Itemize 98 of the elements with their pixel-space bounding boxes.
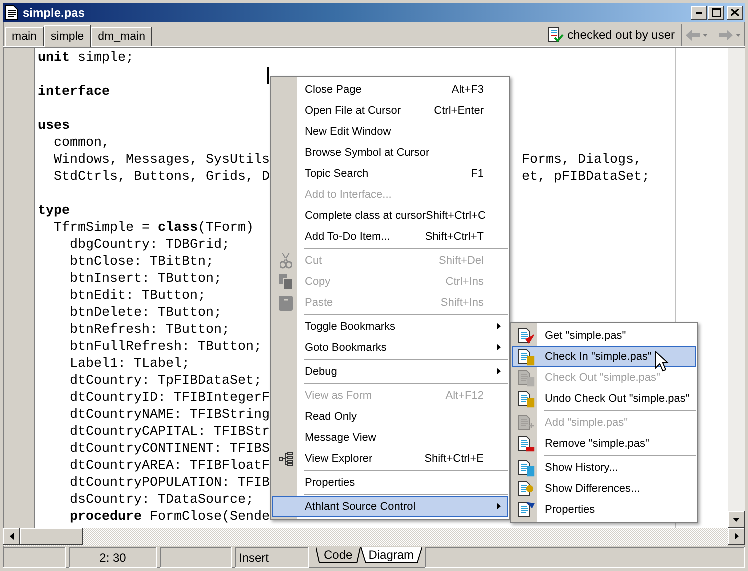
menu-item[interactable]: Close Page Alt+F3 — [272, 79, 508, 100]
vertical-scrollbar[interactable] — [728, 47, 745, 528]
menu-item[interactable]: Show History... — [512, 457, 696, 478]
code-line: type — [38, 203, 70, 220]
code-line: interface — [38, 84, 110, 101]
caret-icon[interactable] — [703, 34, 708, 36]
close-icon — [731, 9, 739, 16]
code-line: dtCountryPOPULATION: TFIB — [68, 475, 270, 492]
menu-item[interactable]: Get "simple.pas" — [512, 325, 696, 346]
code-line: dtCountryAREA: TFIBFloatF — [68, 458, 270, 475]
view-tab[interactable]: Code — [316, 547, 361, 563]
menu-item[interactable]: Show Differences... — [512, 478, 696, 499]
code-line: dtCountryID: TFIBIntegerF — [68, 390, 270, 407]
paste-icon — [279, 294, 293, 310]
horizontal-scrollbar[interactable] — [3, 528, 728, 546]
code-line: dtCountryCAPITAL: TFIBStr — [68, 424, 270, 441]
menu-item[interactable]: Topic Search F1 — [272, 163, 508, 184]
menu-item[interactable]: Debug — [272, 361, 508, 382]
scroll-left-button[interactable] — [3, 528, 20, 545]
document-minus-icon — [517, 434, 535, 452]
submenu-arrow-icon — [496, 344, 500, 351]
code-line: btnRefresh: TButton; — [68, 322, 230, 339]
code-line: dtCountryCONTINENT: TFIBS — [68, 441, 270, 458]
menu-item[interactable]: New Edit Window — [272, 121, 508, 142]
document-icon — [5, 4, 19, 20]
code-line: Label1: TLabel; — [68, 356, 190, 373]
code-line: btnFullRefresh: TButton; — [68, 339, 262, 356]
menu-item[interactable]: Browse Symbol at Cursor — [272, 142, 508, 163]
documents-icon — [517, 348, 535, 366]
cursor-position: 2: 30 — [69, 547, 157, 568]
code-line: Forms, Dialogs, — [522, 152, 642, 169]
code-line: btnDelete: TButton; — [68, 305, 222, 322]
file-tab[interactable]: main — [5, 27, 44, 46]
code-line: common, — [52, 135, 110, 152]
menu-item[interactable]: Open File at Cursor Ctrl+Enter — [272, 100, 508, 121]
code-line: unit simple; — [38, 50, 134, 67]
menu-item[interactable]: Undo Check Out "simple.pas" — [512, 388, 696, 409]
submenu-arrow-icon — [496, 368, 500, 375]
code-line: btnEdit: TButton; — [68, 288, 206, 305]
code-line: StdCtrls, Buttons, Grids, D — [52, 169, 270, 186]
mouse-pointer-icon — [655, 351, 669, 373]
documents-icon — [517, 458, 535, 476]
maximize-icon — [712, 8, 720, 17]
code-line: dtCountryNAME: TFIBString — [68, 407, 270, 424]
right-arrow-icon — [734, 533, 738, 540]
document-check-icon — [517, 326, 535, 344]
menu-item[interactable]: Message View — [272, 427, 508, 448]
code-line: btnInsert: TButton; — [68, 271, 222, 288]
scroll-down-button[interactable] — [728, 511, 745, 528]
submenu-arrow-icon — [496, 323, 500, 330]
window-title: simple.pas — [23, 6, 86, 20]
menu-item[interactable]: Check In "simple.pas" — [512, 346, 696, 367]
menu-item[interactable]: View Explorer Shift+Ctrl+E — [272, 448, 508, 469]
document-plus-icon — [517, 414, 535, 432]
text-cursor — [267, 67, 269, 84]
close-button[interactable] — [727, 6, 743, 20]
code-line: dsCountry: TDataSource; — [68, 492, 254, 509]
status-cell — [160, 547, 232, 568]
documents-icon — [517, 368, 535, 386]
status-cell — [3, 547, 66, 568]
tree-icon — [279, 452, 293, 466]
caret-icon[interactable] — [736, 34, 741, 36]
code-line: procedure FormClose(Sende — [69, 509, 270, 526]
menu-item[interactable]: Athlant Source Control — [272, 496, 508, 517]
document-magnifier-icon — [517, 480, 535, 498]
code-line: dbgCountry: TDBGrid; — [68, 237, 230, 254]
scroll-right-button[interactable] — [728, 528, 745, 545]
menu-item[interactable]: Properties — [272, 472, 508, 493]
checked-document-icon — [548, 27, 564, 43]
menu-item[interactable]: Read Only — [272, 406, 508, 427]
minimize-icon — [696, 12, 702, 14]
scroll-thumb[interactable] — [20, 528, 83, 545]
maximize-button[interactable] — [708, 6, 724, 20]
menu-item[interactable]: Toggle Bookmarks — [272, 316, 508, 337]
code-line: Windows, Messages, SysUtils — [52, 152, 270, 169]
left-arrow-icon — [10, 533, 14, 540]
insert-mode: Insert — [235, 547, 309, 568]
menu-item[interactable]: Goto Bookmarks — [272, 337, 508, 358]
code-line: et, pFIBDataSet; — [522, 169, 650, 186]
documents-icon — [517, 390, 535, 408]
file-tab[interactable]: dm_main — [91, 27, 152, 46]
menu-item[interactable]: Properties — [512, 499, 696, 520]
down-arrow-icon — [733, 518, 740, 522]
menu-item[interactable]: Add To-Do Item... Shift+Ctrl+T — [272, 226, 508, 247]
view-tab[interactable]: Diagram — [360, 547, 422, 563]
file-tab[interactable]: simple — [44, 25, 92, 47]
code-line: btnClose: TBitBtn; — [68, 254, 214, 271]
code-line: dtCountry: TpFIBDataSet; — [68, 373, 262, 390]
submenu-arrow-icon — [496, 503, 500, 510]
scissors-icon — [280, 252, 292, 268]
code-line: uses — [38, 118, 70, 135]
source-status: checked out by user — [568, 28, 675, 42]
menu-item[interactable]: Complete class at cursorShift+Ctrl+C — [272, 205, 508, 226]
document-flag-icon — [517, 500, 535, 518]
minimize-button[interactable] — [691, 6, 707, 20]
code-line: TfrmSimple = class(TForm) — [52, 220, 254, 237]
menu-item[interactable]: Remove "simple.pas" — [512, 433, 696, 454]
copy-icon — [279, 274, 293, 290]
